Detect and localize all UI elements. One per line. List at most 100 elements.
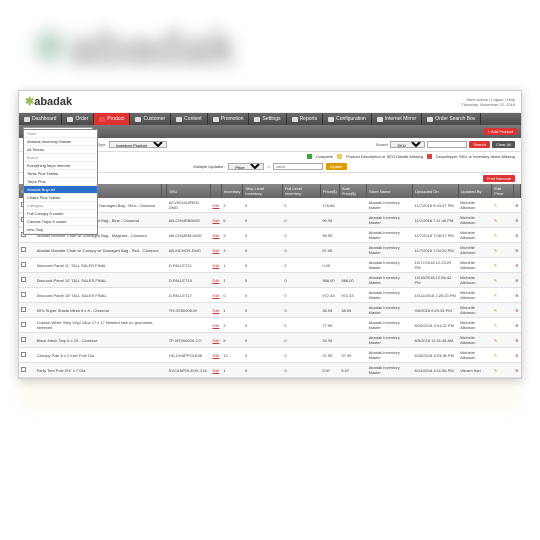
delete-icon[interactable]: ✕ [515,308,518,313]
delete-icon[interactable]: ✕ [515,353,518,358]
col-ship[interactable]: Ship Level Inventory [243,184,282,198]
edit-price-icon[interactable]: ✎ [494,353,497,358]
col-store[interactable]: Store Name [367,184,413,198]
col-sku[interactable]: SKU [167,184,211,198]
edit-link[interactable]: Edit [213,323,220,328]
col[interactable] [513,184,520,198]
dd-item[interactable]: Canvas Tarps 8 custm [24,218,97,226]
dd-item[interactable]: new Tarp [24,226,97,234]
delete-icon[interactable]: ✕ [515,293,518,298]
edit-link[interactable]: Edit [213,293,220,298]
row-checkbox[interactable] [21,277,26,282]
dd-item[interactable]: Tarps Plus [24,178,97,186]
search-field-select[interactable]: SKU [390,141,425,148]
edit-price-icon[interactable]: ✎ [494,323,497,328]
dd-item[interactable]: Abadak Inventory Master [24,138,97,146]
edit-price-icon[interactable]: ✎ [494,368,497,373]
cell-by: Michelle Atkinson [458,273,492,288]
edit-price-icon[interactable]: ✎ [494,308,497,313]
edit-price-icon[interactable]: ✎ [494,203,497,208]
bulk-value-input[interactable] [273,163,323,170]
edit-price-icon[interactable]: ✎ [494,263,497,268]
edit-price-icon[interactable]: ✎ [494,293,497,298]
nav-promotion[interactable]: Promotion [208,113,250,125]
bulk-field-select[interactable]: Price [228,163,264,170]
col-edit[interactable]: Edit Price [492,184,513,198]
edit-link[interactable]: Edit [213,368,220,373]
add-product-button[interactable]: + Add Product [484,128,517,135]
delete-icon[interactable]: ✕ [515,278,518,283]
edit-link[interactable]: Edit [213,308,220,313]
row-checkbox[interactable] [21,337,26,342]
row-checkbox[interactable] [21,247,26,252]
edit-price-icon[interactable]: ✎ [494,233,497,238]
delete-icon[interactable]: ✕ [515,218,518,223]
update-button[interactable]: Update [326,163,347,170]
delete-icon[interactable]: ✕ [515,323,518,328]
col-inventory[interactable]: Inventory [221,184,242,198]
edit-price-icon[interactable]: ✎ [494,278,497,283]
cell-full: 0 [282,258,320,273]
delete-icon[interactable]: ✕ [515,203,518,208]
edit-link[interactable]: Edit [213,338,220,343]
cell-full: 0 [282,243,320,258]
delete-icon[interactable]: ✕ [515,263,518,268]
edit-price-icon[interactable]: ✎ [494,248,497,253]
row-checkbox[interactable] [21,322,26,327]
help-link[interactable]: Help [507,97,515,102]
cell-ship: 0 [243,333,282,348]
row-checkbox[interactable] [21,307,26,312]
nav-order-search[interactable]: Order Search Box [422,113,481,125]
nav-order[interactable]: Order [62,113,94,125]
edit-link[interactable]: Edit [213,278,220,283]
nav-settings[interactable]: Settings [249,113,286,125]
row-checkbox[interactable] [21,352,26,357]
dd-item[interactable]: EverythingTarps Internet [24,162,97,170]
inventory-type-select[interactable]: Inventory Product [109,141,167,148]
col-sale[interactable]: Sale Price($) [339,184,366,198]
search-button[interactable]: Search [469,141,490,148]
clear-button[interactable]: Clear All [492,141,515,148]
nav-reports[interactable]: Reports [287,113,324,125]
edit-link[interactable]: Edit [213,248,220,253]
row-checkbox[interactable] [21,292,26,297]
cell-store: Abadak Inventory Master [367,228,413,243]
logout-link[interactable]: Logout [491,97,503,102]
row-checkbox[interactable] [21,262,26,267]
delete-icon[interactable]: ✕ [515,248,518,253]
dd-item[interactable]: Full Canopy 8 custm [24,210,97,218]
nav-customer[interactable]: Customer [130,113,171,125]
delete-icon[interactable]: ✕ [515,338,518,343]
col-full[interactable]: Full Level Inventory [282,184,320,198]
edit-link[interactable]: Edit [213,233,220,238]
col-price[interactable]: Price($) [320,184,339,198]
row-checkbox[interactable] [21,367,26,372]
edit-link[interactable]: Edit [213,218,220,223]
edit-link[interactable]: Edit [213,263,220,268]
dd-item[interactable]: All Stores [24,146,97,154]
nav-dashboard[interactable]: Dashboard [19,113,62,125]
nav-content[interactable]: Content [171,113,208,125]
col-uploaded[interactable]: Uploaded On [413,184,459,198]
cell-ship: 0 [243,348,282,363]
nav-product[interactable]: Product [94,113,130,125]
cell-sku: D-PALLET11 [167,258,211,273]
dd-item-selected[interactable]: Abadak Buy.net [24,186,97,194]
delete-icon[interactable]: ✕ [515,368,518,373]
table-row: Discount-Panel 18' TALL SALES FINALD-PAL… [19,288,521,303]
edit-link[interactable]: Edit [213,353,220,358]
edit-price-icon[interactable]: ✎ [494,218,497,223]
dd-item[interactable]: Chairs Plus Tables [24,194,97,202]
edit-link[interactable]: Edit [213,203,220,208]
nav-configuration[interactable]: Configuration [323,113,372,125]
table-row: Abadak Monster Chair w/ Canopy w/ Damage… [19,243,521,258]
search-input[interactable] [427,141,467,148]
col[interactable] [211,184,222,198]
cell-sale [339,333,366,348]
print-barcode-button[interactable]: Print Barcode [483,175,515,182]
nav-internet-mirror[interactable]: Internet Mirror [372,113,422,125]
dd-item[interactable]: Tents Plus Tables [24,170,97,178]
delete-icon[interactable]: ✕ [515,233,518,238]
col-updated[interactable]: Updated By [458,184,492,198]
edit-price-icon[interactable]: ✎ [494,338,497,343]
